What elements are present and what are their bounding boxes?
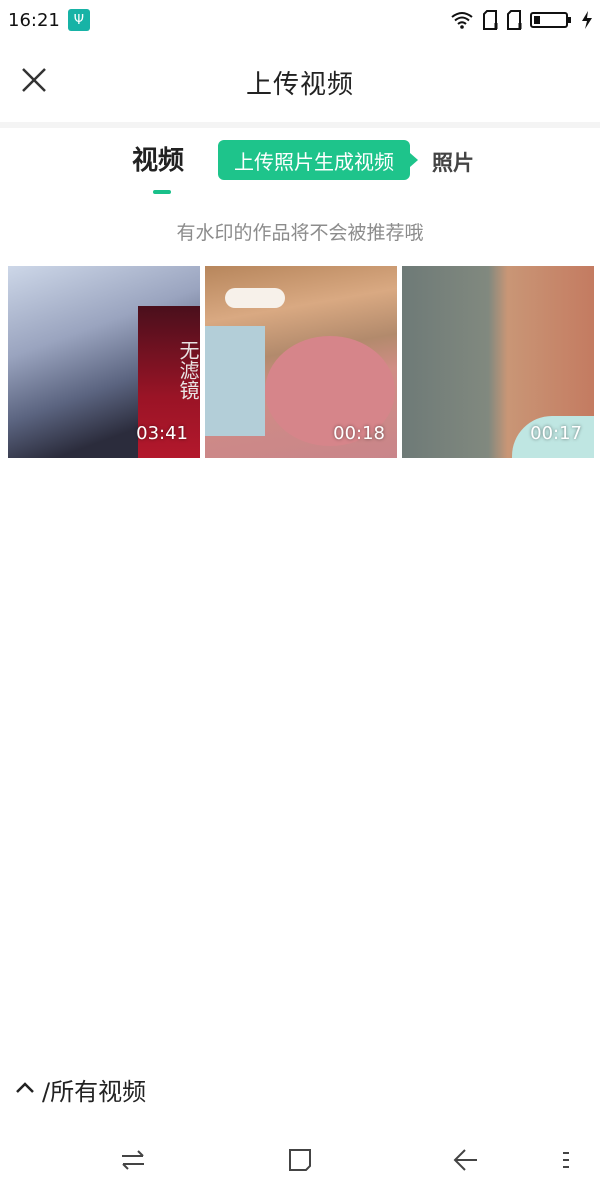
header: 上传视频 [0, 40, 600, 124]
thumbnail-overlay-text: 无滤镜 [176, 340, 200, 400]
page-title: 上传视频 [245, 69, 354, 100]
sim-card-icon [482, 10, 498, 30]
usb-icon: Ψ [67, 9, 90, 31]
home-button[interactable] [284, 1146, 316, 1178]
status-time: 16:21 [8, 9, 60, 31]
close-button[interactable] [14, 62, 54, 102]
charging-bolt-icon [582, 11, 592, 29]
switch-icon [119, 1148, 147, 1176]
wifi-icon [450, 11, 474, 29]
battery-icon [530, 11, 574, 29]
status-left: 16:21 Ψ [8, 9, 90, 31]
status-right [450, 10, 592, 30]
video-duration: 00:17 [530, 423, 582, 444]
album-label: /所有视频 [42, 1078, 147, 1106]
album-selector[interactable]: /所有视频 [14, 1072, 146, 1107]
status-bar: 16:21 Ψ [0, 0, 600, 40]
back-button[interactable] [450, 1146, 482, 1178]
sim-card-icon [506, 10, 522, 30]
chevron-up-icon [14, 1080, 36, 1100]
menu-icon [560, 1149, 572, 1175]
tab-active-indicator [153, 190, 171, 194]
menu-button[interactable] [550, 1146, 582, 1178]
tab-photo[interactable]: 照片 [432, 147, 474, 177]
video-thumbnail[interactable]: 00:18 [205, 266, 397, 458]
close-icon [20, 66, 48, 98]
watermark-notice: 有水印的作品将不会被推荐哦 [176, 222, 424, 244]
tab-video[interactable]: 视频 [132, 140, 184, 177]
media-tabs: 视频 上传照片生成视频 照片 [0, 128, 600, 200]
video-duration: 00:18 [333, 423, 385, 444]
photo-to-video-tooltip[interactable]: 上传照片生成视频 [218, 140, 418, 180]
thumbnail-art [205, 326, 265, 436]
thumbnail-art [225, 288, 285, 308]
video-thumbnail[interactable]: 无滤镜 03:41 [8, 266, 200, 458]
home-square-icon [287, 1147, 313, 1177]
switch-apps-button[interactable] [117, 1146, 149, 1178]
video-thumbnail[interactable]: 00:17 [402, 266, 594, 458]
system-nav-bar [0, 1124, 600, 1200]
back-arrow-icon [452, 1147, 480, 1177]
video-grid: 无滤镜 03:41 00:18 00:17 [8, 266, 596, 458]
video-duration: 03:41 [136, 423, 188, 444]
